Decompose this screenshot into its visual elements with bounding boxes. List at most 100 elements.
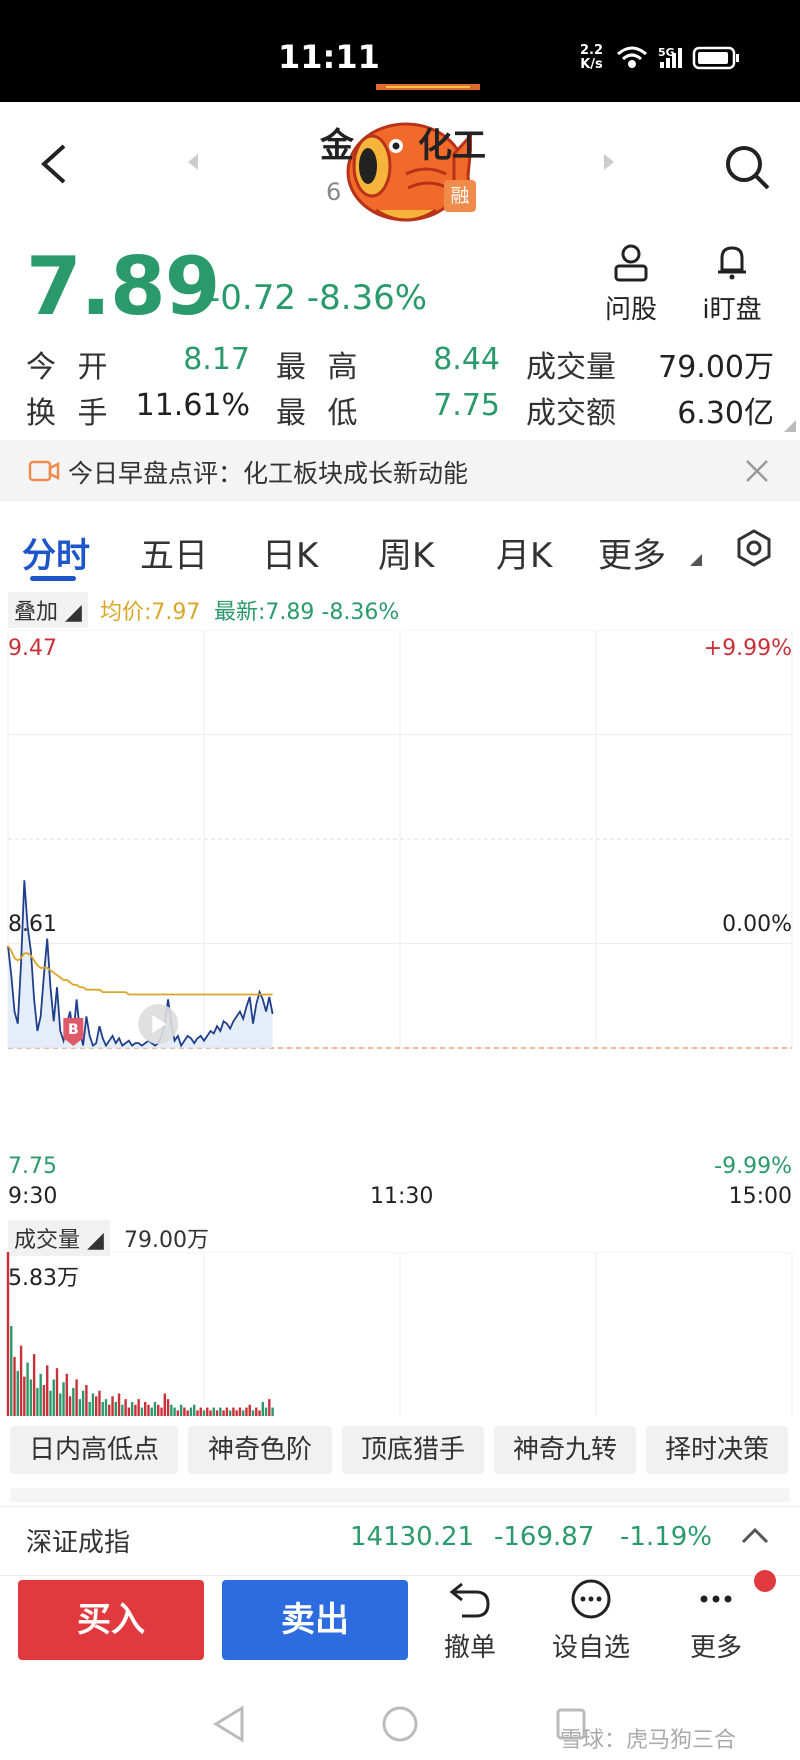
amount-label: 成交额 [526,396,616,431]
volume-bar [130,1401,134,1416]
buy-button[interactable]: 买入 [18,1580,204,1660]
back-triangle-icon [213,1705,244,1743]
volume-bar [52,1379,55,1416]
turnover-value: 11.61% [135,388,250,423]
more-actions-button[interactable]: 更多 [676,1578,756,1664]
low-label: 最 低 [276,396,364,431]
tab-weekly-k[interactable]: 周K [378,528,434,577]
volume-label: 成交量 [526,350,616,385]
more-dots-icon [700,1595,732,1603]
volume-bar [101,1401,104,1416]
tool-timing-decision[interactable]: 择时决策 [646,1426,788,1474]
volume-bar [121,1404,124,1416]
buy-marker-letter: B [68,1022,79,1038]
cancel-order-button[interactable]: 撤单 [430,1578,510,1664]
more-dropdown-icon [690,554,702,566]
net-speed-value: 2.2 [580,43,604,58]
news-headline[interactable]: 今日早盘点评：化工板块成长新动能 [68,454,468,490]
tab-daily-k[interactable]: 日K [262,528,318,577]
prev-stock-arrow-icon[interactable] [186,152,200,172]
status-icons: 5G [617,46,739,70]
volume-chart[interactable] [0,1252,800,1420]
volume-bar [104,1399,108,1416]
sell-button[interactable]: 卖出 [222,1580,408,1660]
time-label-noon: 11:30 [370,1184,434,1209]
close-icon[interactable] [744,458,770,484]
volume-bar [176,1410,180,1416]
volume-bar [183,1407,186,1416]
volume-bar [268,1399,271,1416]
volume-bar [251,1410,255,1416]
tool-magic-color[interactable]: 神奇色阶 [188,1426,332,1474]
index-name: 深证成指 [26,1528,131,1558]
volume-indicator-dropdown[interactable]: 成交量 ◢ [8,1220,110,1256]
turnover-label: 换 手 [26,396,114,431]
add-watchlist-label: 设自选 [551,1633,630,1663]
back-arrow-icon[interactable] [38,142,68,186]
volume-bar [242,1410,245,1416]
volume-bar [157,1404,160,1416]
watch-market-button[interactable]: i盯盘 [692,242,772,326]
home-circle-icon [382,1706,418,1742]
search-icon[interactable] [722,142,772,192]
low-value: 7.75 [433,388,500,423]
settings-hexagon-icon[interactable] [734,528,774,568]
volume-bar [26,1362,29,1416]
volume-bar [196,1410,199,1416]
overlay-dropdown[interactable]: 叠加 ◢ [8,592,88,628]
volume-bar [261,1401,264,1416]
add-watchlist-button[interactable]: 设自选 [546,1578,636,1664]
volume-bar [153,1401,157,1416]
volume-bar [206,1407,209,1416]
watch-market-label: i盯盘 [702,295,762,325]
volume-bar [114,1401,117,1416]
overlay-label: 叠加 [14,600,59,625]
high-label: 最 高 [276,350,364,385]
tab-intraday[interactable]: 分时 [22,528,90,577]
watermark-text: 雪球：虎马狗三合 [560,1728,737,1753]
news-ticker-peek [10,1488,790,1502]
volume-bar [235,1410,238,1416]
status-time: 11:11 [278,38,380,76]
volume-bar [144,1401,147,1416]
time-label-open: 9:30 [8,1184,58,1209]
volume-bar [59,1393,62,1416]
volume-bar [137,1399,140,1416]
tab-more[interactable]: 更多 [598,528,666,577]
bell-icon [718,246,746,280]
tab-five-day[interactable]: 五日 [140,528,208,577]
pct-axis-bottom: -9.99% [714,1154,792,1179]
ask-stock-button[interactable]: 问股 [596,242,666,326]
index-change: -169.87 [494,1522,595,1552]
volume-bar [32,1354,36,1416]
tool-top-bottom-hunter[interactable]: 顶底猎手 [342,1426,484,1474]
volume-bar [72,1387,75,1416]
volume-bar [111,1396,114,1416]
notification-dot [754,1570,776,1592]
pct-axis-mid: 0.00% [722,912,792,937]
chevron-up-icon[interactable] [740,1526,770,1546]
volume-bar [62,1382,65,1416]
volume-bar [225,1407,229,1416]
volume-bar [147,1404,150,1416]
index-change-pct: -1.19% [620,1522,712,1552]
volume-bar [186,1410,189,1416]
volume-bar [238,1407,242,1416]
expand-corner-icon[interactable] [784,420,796,432]
open-label: 今 开 [26,350,114,385]
intraday-price-chart[interactable]: B [0,630,800,1190]
volume-bar [19,1345,23,1416]
tool-intraday-high-low[interactable]: 日内高低点 [10,1426,178,1474]
video-camera-icon [28,460,60,482]
volume-bar [127,1407,131,1416]
next-stock-arrow-icon[interactable] [602,152,616,172]
volume-bar [140,1407,144,1416]
time-label-close: 15:00 [728,1184,792,1209]
volume-total-label: 79.00万 [124,1228,209,1253]
volume-bar [42,1385,46,1416]
more-actions-label: 更多 [689,1633,742,1663]
tool-magic-nine[interactable]: 神奇九转 [494,1426,636,1474]
tab-monthly-k[interactable]: 月K [496,528,552,577]
volume-bar [219,1407,222,1416]
volume-bar [124,1399,127,1416]
